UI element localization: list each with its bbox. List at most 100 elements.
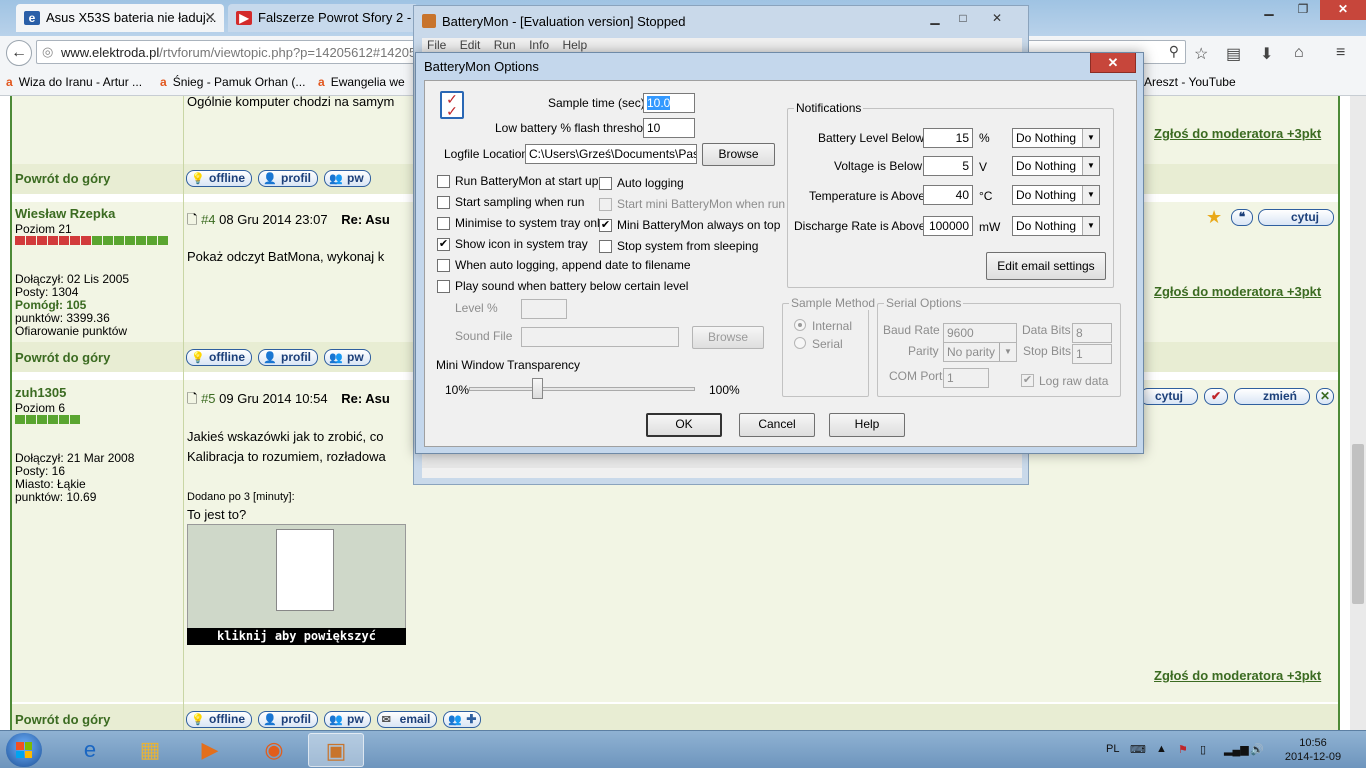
attachment-thumbnail[interactable] xyxy=(187,524,406,645)
home-icon[interactable]: ⌂ xyxy=(1294,44,1304,62)
file-explorer-icon[interactable]: ▦ xyxy=(122,733,178,767)
add-friend-button[interactable]: 👥 ✚ xyxy=(443,711,482,728)
quote-button[interactable]: cytuj xyxy=(1258,209,1334,226)
back-arrow-icon[interactable]: ← xyxy=(6,40,32,66)
sample-time-input[interactable]: 10.0 xyxy=(643,93,695,113)
edit-button[interactable]: zmień xyxy=(1234,388,1310,405)
delete-icon[interactable]: ✕ xyxy=(1316,388,1334,405)
volume-icon[interactable]: 🔊 xyxy=(1250,743,1264,756)
transparency-slider-track[interactable] xyxy=(469,387,695,391)
restore-icon[interactable]: ❐ xyxy=(1286,0,1320,20)
language-indicator[interactable]: PL xyxy=(1106,743,1119,755)
post-author[interactable]: zuh1305 xyxy=(15,385,66,400)
dialog-close-button[interactable]: ✕ xyxy=(1090,53,1136,73)
quote-button[interactable]: cytuj xyxy=(1140,388,1198,405)
show-tray-icon-checkbox[interactable]: ✔ xyxy=(437,238,450,251)
profile-button[interactable]: 👤 profil xyxy=(258,170,318,187)
report-link[interactable]: Zgłoś do moderatora +3pkt xyxy=(1154,126,1321,141)
back-to-top-link[interactable]: Powrót do góry xyxy=(15,171,110,186)
star-icon[interactable]: ☆ xyxy=(1194,44,1208,64)
post-author[interactable]: Wiesław Rzepka xyxy=(15,206,115,221)
star-rating-icon[interactable]: ★ xyxy=(1206,207,1222,228)
bookmark-item[interactable]: a Śnieg - Pamuk Orhan (... xyxy=(160,75,305,89)
tab-close-icon[interactable]: ✕ xyxy=(204,9,216,26)
quote-icon[interactable]: ❝ xyxy=(1231,209,1253,226)
logfile-browse-button[interactable]: Browse xyxy=(702,143,775,166)
temperature-input[interactable]: 40 xyxy=(923,185,973,205)
pw-button[interactable]: 👥 pw xyxy=(324,170,371,187)
offline-button[interactable]: 💡 offline xyxy=(186,349,252,366)
start-sampling-checkbox[interactable] xyxy=(437,196,450,209)
log-raw-checkbox[interactable]: ✔ xyxy=(1021,374,1034,387)
internet-explorer-icon[interactable]: e xyxy=(62,733,118,767)
firefox-icon[interactable]: ◉ xyxy=(246,733,302,767)
report-link[interactable]: Zgłoś do moderatora +3pkt xyxy=(1154,284,1321,299)
post-number[interactable]: #5 xyxy=(201,391,215,406)
voltage-action-dropdown[interactable]: Do Nothing ▼ xyxy=(1012,156,1100,176)
keyboard-icon[interactable]: ⌨ xyxy=(1130,743,1146,756)
clock[interactable]: 10:56 2014-12-09 xyxy=(1282,736,1344,764)
scrollbar-thumb[interactable] xyxy=(1352,444,1364,604)
cancel-button[interactable]: Cancel xyxy=(739,413,815,437)
media-player-icon[interactable]: ▶ xyxy=(182,733,238,767)
profile-button[interactable]: 👤 profil xyxy=(258,349,318,366)
battery-level-action-dropdown[interactable]: Do Nothing ▼ xyxy=(1012,128,1100,148)
donate-points-link[interactable]: Ofiarowanie punktów xyxy=(15,325,127,338)
append-date-checkbox[interactable] xyxy=(437,259,450,272)
download-icon[interactable]: ⬇ xyxy=(1260,44,1273,64)
pw-button[interactable]: 👥 pw xyxy=(324,349,371,366)
menu-run[interactable]: Run xyxy=(494,38,516,52)
bookmark-item[interactable]: a Ewangelia we xyxy=(318,75,405,89)
level-input[interactable] xyxy=(521,299,567,319)
ok-button[interactable]: OK xyxy=(646,413,722,437)
batterymon-icon[interactable]: ▣ xyxy=(308,733,364,767)
temperature-action-dropdown[interactable]: Do Nothing ▼ xyxy=(1012,185,1100,205)
serial-radio[interactable] xyxy=(794,337,806,349)
menu-edit[interactable]: Edit xyxy=(460,38,481,52)
minimise-tray-checkbox[interactable] xyxy=(437,217,450,230)
tray-expand-icon[interactable]: ▲ xyxy=(1156,743,1167,755)
maximize-icon[interactable]: □ xyxy=(950,10,976,28)
auto-logging-checkbox[interactable] xyxy=(599,177,612,190)
menu-file[interactable]: File xyxy=(427,38,446,52)
menu-info[interactable]: Info xyxy=(529,38,549,52)
sound-file-input[interactable] xyxy=(521,327,679,347)
report-link[interactable]: Zgłoś do moderatora +3pkt xyxy=(1154,668,1321,683)
transparency-slider-thumb[interactable] xyxy=(531,378,543,399)
profile-button[interactable]: 👤 profil xyxy=(258,711,318,728)
post-number[interactable]: #4 xyxy=(201,212,215,227)
flag-icon[interactable]: ⚑ xyxy=(1178,743,1188,756)
accept-icon[interactable]: ✔ xyxy=(1204,388,1228,405)
start-button[interactable] xyxy=(6,733,42,767)
bookmark-item[interactable]: Areszt - YouTube xyxy=(1144,75,1236,89)
battery-level-input[interactable]: 15 xyxy=(923,128,973,148)
search-icon[interactable]: ⚲ xyxy=(1169,43,1179,60)
run-at-startup-checkbox[interactable] xyxy=(437,175,450,188)
start-mini-checkbox[interactable] xyxy=(599,198,612,211)
voltage-input[interactable]: 5 xyxy=(923,156,973,176)
stop-sleeping-checkbox[interactable] xyxy=(599,240,612,253)
discharge-input[interactable]: 100000 xyxy=(923,216,973,236)
parity-dropdown[interactable]: No parity ▼ xyxy=(943,342,1017,362)
back-to-top-link[interactable]: Powrót do góry xyxy=(15,350,110,365)
close-icon[interactable]: ✕ xyxy=(1320,0,1366,20)
internal-radio[interactable] xyxy=(794,319,806,331)
tab-asus-battery[interactable]: e Asus X53S bateria nie ładuj... ✕ xyxy=(16,4,224,32)
tab-falszerze[interactable]: ▶ Falszerze Powrot Sfory 2 - ... xyxy=(228,4,418,32)
offline-button[interactable]: 💡 offline xyxy=(186,711,252,728)
reading-list-icon[interactable]: ▤ xyxy=(1226,44,1241,64)
back-to-top-link[interactable]: Powrót do góry xyxy=(15,712,110,727)
close-icon[interactable]: ✕ xyxy=(980,10,1014,28)
menu-icon[interactable]: ≡ xyxy=(1336,44,1345,62)
email-button[interactable]: ✉ email xyxy=(376,711,438,728)
menu-help[interactable]: Help xyxy=(562,38,587,52)
offline-button[interactable]: 💡 offline xyxy=(186,170,252,187)
stop-bits-input[interactable]: 1 xyxy=(1072,344,1112,364)
minimize-icon[interactable]: ▁ xyxy=(922,10,948,28)
data-bits-input[interactable]: 8 xyxy=(1072,323,1112,343)
logfile-input[interactable]: C:\Users\Grześ\Documents\PassM xyxy=(525,144,697,164)
edit-email-button[interactable]: Edit email settings xyxy=(986,252,1106,280)
play-sound-checkbox[interactable] xyxy=(437,280,450,293)
network-icon[interactable]: ▂▄▆ xyxy=(1224,743,1249,756)
pw-button[interactable]: 👥 pw xyxy=(324,711,371,728)
